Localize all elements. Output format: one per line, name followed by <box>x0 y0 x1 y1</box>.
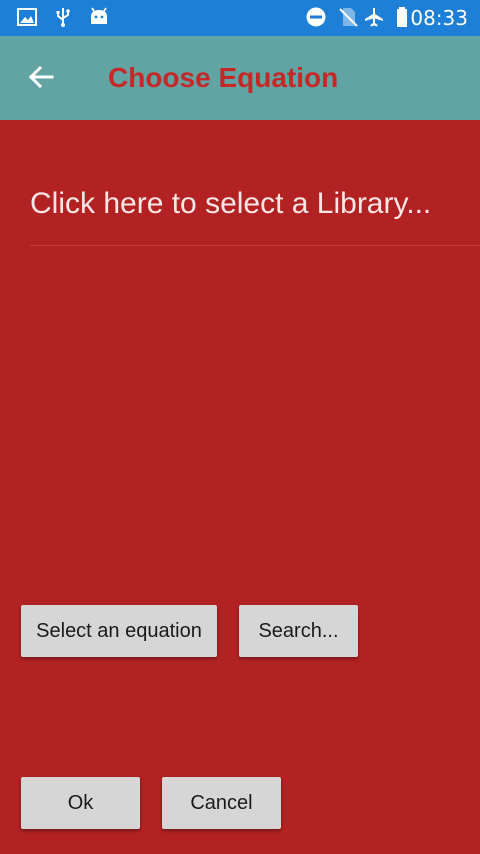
image-icon <box>17 8 37 26</box>
page-title: Choose Equation <box>108 62 339 93</box>
status-bar: 08:33 <box>0 0 480 36</box>
app-bar: Choose Equation <box>0 36 480 120</box>
android-icon <box>91 7 107 24</box>
ok-button[interactable]: Ok <box>21 777 140 829</box>
do-not-disturb-icon <box>306 7 326 27</box>
search-button[interactable]: Search... <box>239 605 358 657</box>
select-equation-button[interactable]: Select an equation <box>21 605 217 657</box>
arrow-left-icon[interactable] <box>26 62 56 92</box>
cancel-button[interactable]: Cancel <box>162 777 281 829</box>
status-clock: 08:33 <box>410 6 468 30</box>
airplane-mode-icon <box>365 8 383 27</box>
usb-icon <box>56 8 70 27</box>
library-selector[interactable]: Click here to select a Library... <box>30 182 480 246</box>
no-sim-icon <box>339 8 358 27</box>
